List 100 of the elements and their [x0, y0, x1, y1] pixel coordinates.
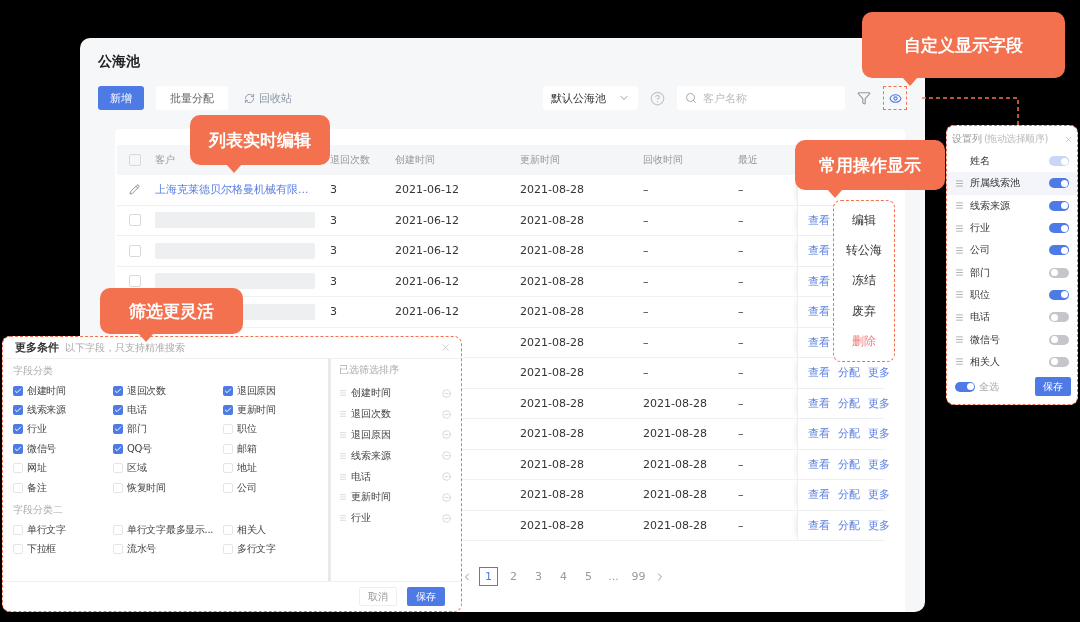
action-link[interactable]: 查看: [808, 395, 830, 411]
remove-icon[interactable]: [442, 451, 451, 461]
row-checkbox[interactable]: [129, 214, 141, 227]
column-item[interactable]: 职位: [947, 283, 1077, 307]
drag-handle-icon[interactable]: [339, 472, 347, 481]
toggle-switch[interactable]: [1049, 178, 1069, 189]
checkbox[interactable]: [223, 482, 233, 493]
checkbox[interactable]: [13, 525, 23, 536]
pool-select[interactable]: 默认公海池: [543, 86, 638, 110]
drag-handle-icon[interactable]: [339, 431, 347, 439]
column-item[interactable]: 线索来源: [947, 194, 1077, 217]
remove-icon[interactable]: [442, 409, 451, 419]
drag-handle-icon[interactable]: [955, 245, 964, 255]
row-checkbox[interactable]: [129, 275, 141, 288]
close-icon[interactable]: [1064, 134, 1073, 144]
checkbox[interactable]: [13, 405, 23, 416]
menu-item[interactable]: 废弃: [852, 302, 876, 320]
dialog-button[interactable]: 取消: [359, 587, 397, 606]
toggle-switch[interactable]: [1049, 334, 1069, 345]
page-link[interactable]: 5: [579, 567, 598, 586]
toggle-switch[interactable]: [1049, 245, 1069, 256]
checkbox[interactable]: [13, 482, 23, 493]
action-link[interactable]: 更多: [868, 365, 890, 381]
search-field[interactable]: 客户名称: [677, 86, 845, 110]
toggle-switch[interactable]: [1049, 356, 1069, 367]
page-link[interactable]: ...: [604, 567, 623, 586]
action-link[interactable]: 查看: [808, 212, 830, 228]
drag-handle-icon[interactable]: [955, 312, 964, 322]
action-link[interactable]: 更多: [868, 456, 890, 472]
action-link[interactable]: 分配: [838, 487, 860, 503]
drag-handle-icon[interactable]: [955, 223, 964, 233]
eye-icon[interactable]: [883, 86, 907, 110]
drag-handle-icon[interactable]: [339, 410, 347, 419]
checkbox[interactable]: [13, 443, 23, 454]
page-link[interactable]: 99: [629, 567, 648, 586]
drag-handle-icon[interactable]: [339, 451, 347, 460]
action-link[interactable]: 更多: [868, 517, 890, 533]
menu-item[interactable]: 冻结: [852, 272, 876, 290]
checkbox[interactable]: [113, 405, 123, 416]
checkbox[interactable]: [223, 405, 233, 416]
action-link[interactable]: 更多: [868, 487, 890, 503]
checkbox[interactable]: [223, 443, 233, 454]
action-link[interactable]: 查看: [808, 243, 830, 259]
checkbox[interactable]: [113, 482, 123, 493]
page-link[interactable]: 1: [479, 567, 498, 586]
remove-icon[interactable]: [442, 472, 451, 482]
toolbar-button[interactable]: 新增: [98, 86, 144, 110]
drag-handle-icon[interactable]: [339, 389, 347, 398]
header-checkbox[interactable]: [129, 154, 141, 166]
save-button[interactable]: 保存: [1035, 377, 1071, 396]
toolbar-button[interactable]: 批量分配: [156, 86, 228, 110]
page-link[interactable]: 4: [554, 567, 573, 586]
remove-icon[interactable]: [442, 388, 451, 398]
action-link[interactable]: 更多: [868, 395, 890, 411]
checkbox[interactable]: [223, 544, 233, 555]
checkbox[interactable]: [113, 544, 123, 555]
column-item[interactable]: 部门: [947, 261, 1077, 284]
toggle-switch[interactable]: [1049, 200, 1069, 211]
checkbox[interactable]: [113, 463, 123, 474]
checkbox[interactable]: [223, 385, 233, 396]
action-link[interactable]: 分配: [838, 426, 860, 442]
action-link[interactable]: 分配: [838, 395, 860, 411]
toggle-switch[interactable]: [955, 381, 975, 392]
row-checkbox[interactable]: [129, 244, 141, 257]
customer-name-link[interactable]: 上海克莱德贝尔格曼机械有限...: [155, 182, 330, 198]
drag-handle-icon[interactable]: [955, 290, 964, 300]
drag-handle-icon[interactable]: [339, 514, 347, 523]
checkbox[interactable]: [13, 424, 23, 435]
checkbox[interactable]: [113, 443, 123, 454]
drag-handle-icon[interactable]: [955, 357, 964, 367]
recycle-bin-link[interactable]: 回收站: [240, 86, 296, 110]
menu-item[interactable]: 删除: [852, 333, 876, 351]
menu-item[interactable]: 转公海: [846, 242, 882, 260]
action-link[interactable]: 查看: [808, 273, 830, 289]
dialog-button[interactable]: 保存: [407, 587, 445, 606]
checkbox[interactable]: [13, 544, 23, 555]
toggle-switch[interactable]: [1049, 289, 1069, 300]
checkbox[interactable]: [113, 525, 123, 536]
help-icon[interactable]: [650, 90, 665, 106]
column-item[interactable]: 相关人: [947, 350, 1077, 373]
action-link[interactable]: 查看: [808, 517, 830, 533]
drag-handle-icon[interactable]: [955, 335, 964, 344]
action-link[interactable]: 查看: [808, 334, 830, 350]
remove-icon[interactable]: [442, 492, 451, 502]
checkbox[interactable]: [223, 424, 233, 435]
action-link[interactable]: 查看: [808, 426, 830, 442]
action-link[interactable]: 查看: [808, 456, 830, 472]
toggle-switch[interactable]: [1049, 223, 1069, 234]
column-item[interactable]: 所属线索池: [947, 172, 1077, 195]
page-link[interactable]: 2: [504, 567, 523, 586]
toggle-switch[interactable]: [1049, 267, 1069, 278]
filter-icon[interactable]: [857, 91, 871, 105]
column-item[interactable]: 微信号: [947, 328, 1077, 351]
drag-handle-icon[interactable]: [339, 493, 347, 502]
drag-handle-icon[interactable]: [955, 178, 964, 188]
page-link[interactable]: 3: [529, 567, 548, 586]
action-link[interactable]: 分配: [838, 456, 860, 472]
action-link[interactable]: 查看: [808, 487, 830, 503]
checkbox[interactable]: [13, 463, 23, 474]
action-link[interactable]: 分配: [838, 517, 860, 533]
